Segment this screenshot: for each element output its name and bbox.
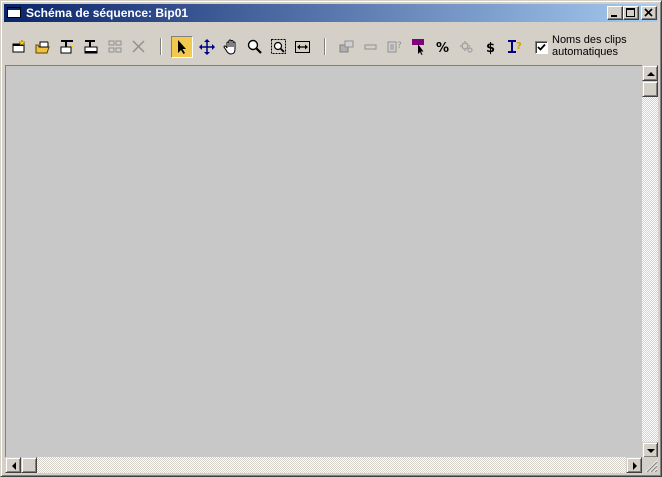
insert-after-icon [84,40,98,54]
insert-after-button[interactable] [80,36,102,58]
open-clip-button[interactable] [32,36,54,58]
zoom-extents-button[interactable] [292,36,314,58]
vertical-scroll-thumb[interactable] [642,81,658,97]
schematic-canvas[interactable] [5,65,643,458]
toolbar-separator [160,38,162,55]
dollar-icon: $ [486,41,495,55]
auto-clip-names-label-line1: Noms des clips [552,34,627,46]
minimize-icon [611,15,617,17]
arrow-left-icon [12,462,16,470]
blank-button[interactable] [360,36,382,58]
vertical-scrollbar[interactable] [642,65,658,458]
set-start-icon [339,40,354,53]
scroll-left-button[interactable] [5,457,21,473]
arrow-down-icon [647,449,655,453]
arrow-right-icon [633,462,637,470]
select-marker-button[interactable] [408,36,430,58]
scroll-up-button[interactable] [642,65,658,81]
percent-icon: % [436,41,449,55]
size-grip[interactable] [642,457,658,473]
select-marker-icon [412,39,424,55]
svg-text:?: ? [397,41,402,51]
transition-info-icon: ? [508,40,522,53]
zoom-region-icon [271,39,286,54]
zoom-region-button[interactable] [268,36,290,58]
svg-text:%: % [436,41,449,55]
scroll-down-button[interactable] [642,442,658,458]
minimize-button[interactable] [607,6,623,20]
delete-button[interactable] [128,36,150,58]
delete-icon [132,40,145,53]
clip-info-icon: ? [387,41,402,53]
arrow-up-icon [647,72,655,76]
insert-before-icon [60,40,74,54]
horizontal-scrollbar[interactable] [5,457,642,473]
percent-button[interactable]: % [432,36,454,58]
sequence-schematic-window: Schéma de séquence: Bip01 ? % $ ? Noms d… [0,0,662,477]
checkmark-icon [537,43,546,51]
zoom-extents-icon [295,41,310,53]
move-button[interactable] [196,36,218,58]
window-icon [7,7,21,18]
resize-grip-icon [645,460,658,473]
move-icon [199,39,215,55]
scroll-right-button[interactable] [626,457,642,473]
title-bar[interactable]: Schéma de séquence: Bip01 [4,4,658,22]
pan-icon [223,39,236,55]
replace-button[interactable] [104,36,126,58]
maximize-icon [626,8,635,17]
open-clip-icon [35,39,50,54]
auto-clip-names-checkbox[interactable] [535,41,548,54]
clip-info-button[interactable]: ? [384,36,406,58]
auto-clip-names-label[interactable]: Noms des clips automatiques [552,34,652,58]
optimize-button[interactable] [456,36,478,58]
toolbar: ? % $ ? Noms des clips automatiques [4,24,658,64]
close-button[interactable] [641,6,657,20]
zoom-button[interactable] [244,36,266,58]
set-start-button[interactable] [336,36,358,58]
select-icon [178,40,186,54]
blank-icon [364,44,377,50]
horizontal-scroll-thumb[interactable] [21,457,37,473]
maximize-button[interactable] [623,6,639,20]
select-button[interactable] [171,36,193,58]
transition-info-button[interactable]: ? [504,36,526,58]
create-clip-button[interactable] [8,36,30,58]
toolbar-separator [324,38,326,55]
svg-text:$: $ [486,41,495,55]
close-icon [644,8,653,17]
insert-before-button[interactable] [56,36,78,58]
optimize-icon [460,41,473,53]
auto-clip-names-label-line2: automatiques [552,46,619,58]
window-title: Schéma de séquence: Bip01 [26,6,189,20]
create-clip-icon [12,39,26,53]
replace-icon [108,40,122,53]
svg-text:?: ? [516,41,522,52]
zoom-icon [247,39,262,54]
dollar-button[interactable]: $ [480,36,502,58]
pan-button[interactable] [220,36,242,58]
